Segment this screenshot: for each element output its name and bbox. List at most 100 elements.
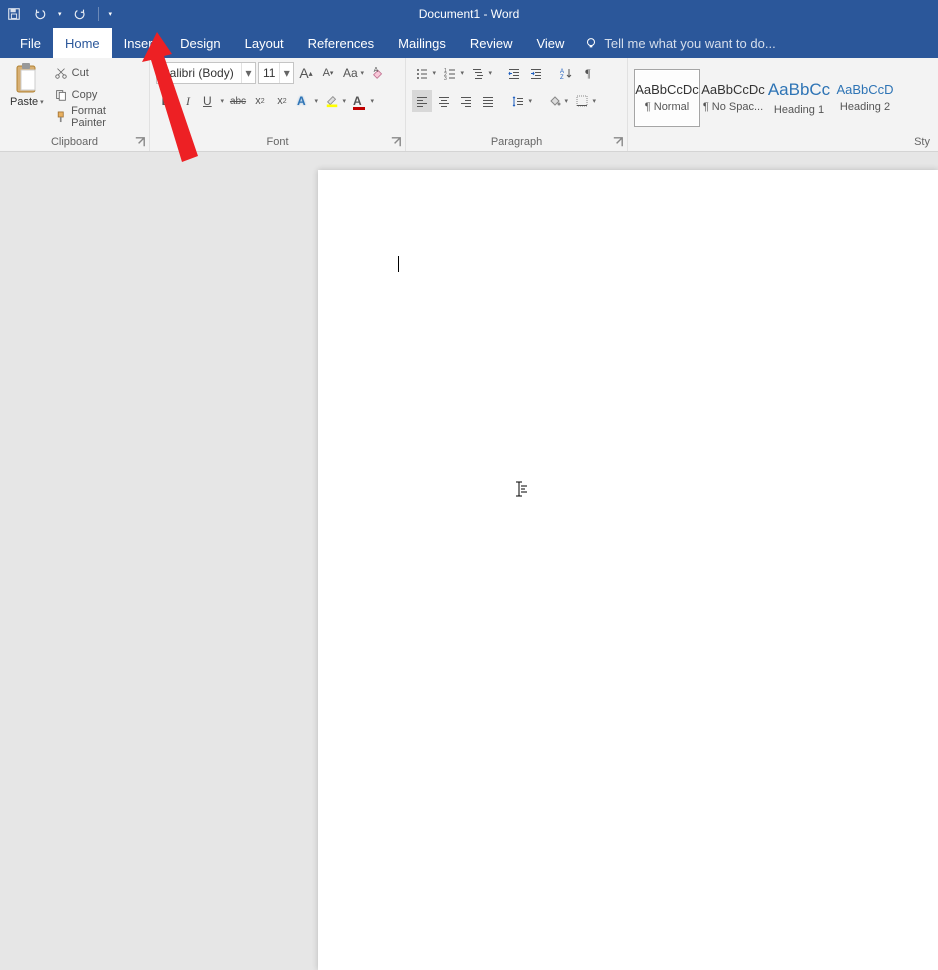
paste-label: Paste: [10, 96, 38, 108]
superscript-button[interactable]: x2: [272, 90, 292, 112]
style-name: Heading 1: [774, 104, 824, 116]
tab-view[interactable]: View: [524, 28, 576, 58]
undo-icon[interactable]: [32, 6, 48, 22]
line-spacing-button[interactable]: [508, 90, 534, 112]
outdent-icon: [507, 66, 521, 80]
copy-button[interactable]: Copy: [52, 84, 143, 106]
subscript-button[interactable]: x2: [250, 90, 270, 112]
tab-references[interactable]: References: [296, 28, 386, 58]
eraser-icon: A: [371, 66, 385, 80]
text-caret: [398, 256, 399, 272]
cut-button[interactable]: Cut: [52, 62, 143, 84]
redo-icon[interactable]: [72, 6, 88, 22]
multilevel-list-button[interactable]: [468, 62, 494, 84]
svg-text:Z: Z: [560, 75, 564, 80]
format-painter-label: Format Painter: [71, 105, 141, 129]
borders-icon: [575, 94, 589, 108]
clipboard-launcher-icon[interactable]: [133, 135, 147, 149]
qat-customize-icon[interactable]: ▾: [109, 10, 113, 18]
document-page[interactable]: [318, 170, 938, 970]
clear-formatting-button[interactable]: A: [368, 62, 388, 84]
ribbon-tabs: File Home Insert Design Layout Reference…: [0, 28, 938, 58]
tab-mailings[interactable]: Mailings: [386, 28, 458, 58]
style-preview: AaBbCcDc: [701, 82, 765, 97]
justify-icon: [481, 94, 495, 108]
align-right-icon: [459, 94, 473, 108]
highlight-color-button[interactable]: [322, 90, 348, 112]
justify-button[interactable]: [478, 90, 498, 112]
tell-me-search[interactable]: Tell me what you want to do...: [584, 28, 775, 58]
bold-button[interactable]: B: [156, 90, 176, 112]
align-left-button[interactable]: [412, 90, 432, 112]
tab-layout[interactable]: Layout: [233, 28, 296, 58]
font-name-value: Calibri (Body): [157, 66, 241, 80]
chevron-down-icon: ▾: [241, 63, 255, 83]
styles-group-label: Sty: [914, 136, 930, 148]
shrink-font-button[interactable]: A▾: [318, 62, 338, 84]
paragraph-launcher-icon[interactable]: [611, 135, 625, 149]
tell-me-placeholder: Tell me what you want to do...: [604, 36, 775, 51]
style-name: ¶ Normal: [645, 101, 689, 113]
decrease-indent-button[interactable]: [504, 62, 524, 84]
tab-design[interactable]: Design: [168, 28, 232, 58]
multilevel-icon: [471, 66, 485, 80]
text-effects-button[interactable]: A: [294, 90, 320, 112]
tab-file[interactable]: File: [8, 28, 53, 58]
window-title: Document1 - Word: [419, 7, 519, 21]
quick-access-toolbar: ▾ ▾: [6, 6, 112, 22]
save-icon[interactable]: [6, 6, 22, 22]
align-center-button[interactable]: [434, 90, 454, 112]
format-painter-button[interactable]: Format Painter: [52, 106, 143, 128]
sort-icon: AZ: [559, 66, 573, 80]
paragraph-group-label: Paragraph: [491, 136, 542, 148]
style-heading-2[interactable]: AaBbCcD Heading 2: [832, 69, 898, 127]
group-styles: AaBbCcDc ¶ Normal AaBbCcDc ¶ No Spac... …: [628, 58, 938, 151]
group-paragraph: 123 AZ ¶ Paragraph: [406, 58, 628, 151]
shading-button[interactable]: [544, 90, 570, 112]
style-preview: AaBbCcDc: [635, 82, 699, 97]
italic-button[interactable]: I: [178, 90, 198, 112]
font-group-label: Font: [266, 136, 288, 148]
change-case-button[interactable]: Aa: [340, 62, 366, 84]
tab-review[interactable]: Review: [458, 28, 525, 58]
sort-button[interactable]: AZ: [556, 62, 576, 84]
brush-icon: [54, 110, 67, 124]
style-preview: AaBbCcD: [836, 82, 893, 97]
style-normal[interactable]: AaBbCcDc ¶ Normal: [634, 69, 700, 127]
borders-button[interactable]: [572, 90, 598, 112]
clipboard-group-label: Clipboard: [51, 136, 98, 148]
undo-dropdown-icon[interactable]: ▾: [58, 10, 62, 18]
style-heading-1[interactable]: AaBbCc Heading 1: [766, 69, 832, 127]
align-left-icon: [415, 94, 429, 108]
font-size-combo[interactable]: 11 ▾: [258, 62, 294, 84]
paste-dropdown-icon: ▾: [40, 98, 44, 106]
style-name: ¶ No Spac...: [703, 101, 763, 113]
tab-insert[interactable]: Insert: [112, 28, 169, 58]
indent-icon: [529, 66, 543, 80]
svg-text:3: 3: [444, 76, 447, 80]
cut-label: Cut: [72, 67, 89, 79]
font-name-combo[interactable]: Calibri (Body) ▾: [156, 62, 256, 84]
scissors-icon: [54, 66, 68, 80]
font-color-button[interactable]: A: [350, 90, 376, 112]
bullets-button[interactable]: [412, 62, 438, 84]
clipboard-icon: [13, 62, 41, 96]
align-center-icon: [437, 94, 451, 108]
ribbon: Paste▾ Cut Copy Format Painter Clipboard: [0, 58, 938, 152]
underline-button[interactable]: U: [200, 90, 226, 112]
font-launcher-icon[interactable]: [389, 135, 403, 149]
style-no-spacing[interactable]: AaBbCcDc ¶ No Spac...: [700, 69, 766, 127]
grow-font-button[interactable]: A▴: [296, 62, 316, 84]
numbering-button[interactable]: 123: [440, 62, 466, 84]
line-spacing-icon: [511, 94, 525, 108]
tab-home[interactable]: Home: [53, 28, 112, 58]
increase-indent-button[interactable]: [526, 62, 546, 84]
mouse-cursor-ibeam: [510, 480, 528, 501]
document-workspace: [0, 152, 938, 539]
group-font: Calibri (Body) ▾ 11 ▾ A▴ A▾ Aa A B I U a…: [150, 58, 406, 151]
show-marks-button[interactable]: ¶: [578, 62, 598, 84]
strikethrough-button[interactable]: abc: [228, 90, 248, 112]
align-right-button[interactable]: [456, 90, 476, 112]
svg-text:A: A: [374, 67, 379, 74]
paste-button[interactable]: Paste▾: [6, 60, 48, 108]
